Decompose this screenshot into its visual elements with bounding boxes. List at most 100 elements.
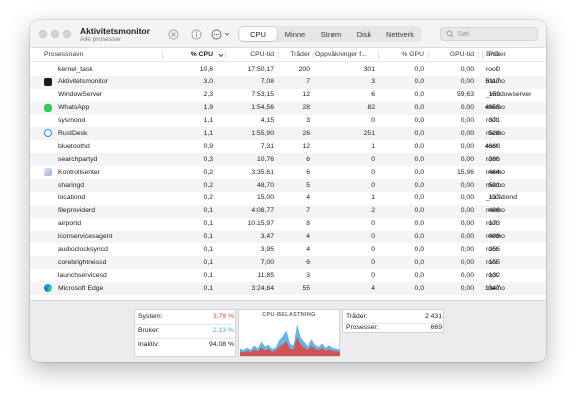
- cell-cpu: 0,3: [203, 155, 213, 163]
- window-zoom-button[interactable]: [63, 30, 71, 38]
- cell-cpu: 0,1: [203, 207, 213, 215]
- cell-wakeups: 0: [371, 168, 375, 176]
- table-row[interactable]: locationd 0,2 15,00 4 1 0,0 0,00 137 _locationd: [30, 192, 546, 205]
- column-header-user[interactable]: Bruker: [486, 51, 506, 58]
- stat-idle: Inaktiv: 94,08 %: [138, 341, 234, 351]
- stop-process-button[interactable]: [164, 27, 182, 41]
- cell-cpu-time: 10:15,97: [247, 220, 274, 228]
- window-subtitle[interactable]: Alle prosesser: [80, 36, 121, 43]
- table-row[interactable]: sysmond 1,1 4,15 3 0 0,0 0,00 371 root: [30, 115, 546, 128]
- column-header-gpu-time[interactable]: GPU-tid: [430, 51, 474, 58]
- cell-wakeups: 251: [363, 129, 375, 137]
- search-icon: [446, 30, 454, 38]
- table-body: kernel_task 10,6 17:50,17 200 301 0,0 0,00 0 roo…: [30, 63, 546, 296]
- cell-threads: 4: [306, 233, 310, 241]
- more-actions-button[interactable]: [209, 27, 231, 41]
- table-row[interactable]: Kontrollsenter 0,2 3:35,61 6 0 0,0 15,96 464 mem…: [30, 166, 546, 179]
- table-row[interactable]: Microsoft Edge 0,1 3:24,84 55 4 0,0 0,00 1347 me…: [30, 282, 546, 296]
- table-row[interactable]: lconservicesagent 0,1 3,47 4 0 0,0 0,00 499 memo: [30, 230, 546, 244]
- stat-system-label: System:: [138, 313, 163, 320]
- cell-cpu-time: 7,00: [260, 258, 274, 266]
- cell-user: root: [486, 258, 498, 266]
- table-row[interactable]: airportd 0,1 10:15,97 8 0 0,0 0,00 173 root: [30, 218, 546, 231]
- cell-threads: 28: [302, 104, 310, 112]
- stat-idle-label: Inaktiv:: [138, 341, 160, 348]
- sort-descending-icon: [218, 53, 224, 58]
- cell-wakeups: 2: [371, 207, 375, 215]
- cell-cpu-time: 11,85: [257, 271, 274, 279]
- cell-threads: 200: [298, 65, 310, 73]
- table-row[interactable]: corebrightnessd 0,1 7,00 6 0 0,0 0,00 155 root: [30, 256, 546, 270]
- table-row[interactable]: kernel_task 10,6 17:50,17 200 301 0,0 0,00 0 roo…: [30, 63, 546, 76]
- cell-gpu-time: 0,00: [460, 142, 474, 150]
- search-field[interactable]: [440, 27, 538, 41]
- column-header-wakeups[interactable]: Oppvåkninger f...: [315, 51, 375, 58]
- table-row[interactable]: bluetoothd 0,9 7,31 12 1 0,0 0,00 4668 root: [30, 140, 546, 153]
- stat-processes-value: 669: [430, 324, 442, 331]
- cell-wakeups: 82: [367, 104, 375, 112]
- cell-cpu: 3,0: [203, 78, 213, 86]
- cell-cpu-time: 48,70: [256, 181, 274, 189]
- tab-energy[interactable]: Strøm: [313, 27, 349, 41]
- search-input[interactable]: [457, 30, 537, 38]
- column-header-name[interactable]: Prosessnavn: [44, 51, 83, 58]
- table-row[interactable]: launchservicesd 0,1 11,85 3 0 0,0 0,00 132 root: [30, 269, 546, 282]
- table-row[interactable]: WhatsApp 1,9 1:54,56 28 82 0,0 0,00 4955 memo: [30, 101, 546, 115]
- cpu-load-graph: CPU-BELASTNING: [238, 309, 340, 357]
- cell-cpu-time: 17:50,17: [247, 65, 274, 73]
- column-header-gpu[interactable]: % GPU: [380, 51, 424, 58]
- cell-gpu-time: 0,00: [460, 220, 474, 228]
- table-row[interactable]: RustDesk 1,1 1:55,90 26 251 0,0 0,00 528 memo: [30, 127, 546, 141]
- table-row[interactable]: WindowServer 2,3 7:53,15 12 6 0,0 59,63 159 _win…: [30, 89, 546, 102]
- table-row[interactable]: searchpartyd 0,3 10,76 6 0 0,0 0,00 286 root: [30, 153, 546, 167]
- cell-gpu-time: 0,00: [460, 155, 474, 163]
- cell-wakeups: 0: [371, 117, 375, 125]
- activity-monitor-window: Aktivitetsmonitor Alle prosesser CPU Min…: [30, 20, 546, 362]
- tab-network[interactable]: Nettverk: [379, 27, 421, 41]
- cell-process-name: sharingd: [58, 181, 85, 189]
- table-row[interactable]: sharingd 0,2 48,70 5 0 0,0 0,00 531 memo: [30, 179, 546, 192]
- cell-threads: 8: [306, 220, 310, 228]
- cell-gpu: 0,0: [414, 168, 424, 176]
- divider: [135, 338, 237, 339]
- cell-gpu-time: 0,00: [460, 117, 474, 125]
- cell-process-name: kernel_task: [58, 65, 93, 73]
- cell-user: root: [486, 65, 498, 73]
- cell-threads: 6: [306, 168, 310, 176]
- tab-disk[interactable]: Disk: [349, 27, 379, 41]
- table-row[interactable]: fileproviderd 0,1 4:08,77 7 2 0,0 0,00 486 memo: [30, 204, 546, 218]
- column-header-cpu-time[interactable]: CPU-tid: [226, 51, 274, 58]
- cell-cpu: 1,1: [203, 129, 213, 137]
- process-table: Prosessnavn % CPU CPU-tid Tråder Oppvåkn…: [30, 48, 546, 318]
- cell-user: memo: [486, 233, 505, 241]
- cell-gpu-time: 0,00: [460, 233, 474, 241]
- column-header-threads[interactable]: Tråder: [280, 51, 310, 58]
- cell-user: memo: [486, 207, 505, 215]
- tab-memory[interactable]: Minne: [277, 27, 313, 41]
- window-minimize-button[interactable]: [51, 30, 59, 38]
- cell-threads: 3: [306, 117, 310, 125]
- cell-cpu-time: 3:35,61: [251, 168, 274, 176]
- cell-cpu: 1,1: [203, 117, 213, 125]
- table-row[interactable]: audioclocksyncd 0,1 3,95 4 0 0,0 0,00 256 root: [30, 243, 546, 256]
- cell-wakeups: 0: [371, 258, 375, 266]
- cell-wakeups: 0: [371, 220, 375, 228]
- stat-user-label: Bruker:: [138, 327, 160, 334]
- cell-wakeups: 0: [371, 155, 375, 163]
- whatsapp-app-icon: [44, 103, 52, 112]
- cell-cpu-time: 7:53,15: [251, 91, 274, 99]
- cell-gpu: 0,0: [414, 78, 424, 86]
- column-header-cpu[interactable]: % CPU: [167, 51, 213, 58]
- window-close-button[interactable]: [39, 30, 47, 38]
- inspect-process-button[interactable]: [188, 27, 204, 41]
- cell-process-name: audioclocksyncd: [58, 245, 108, 253]
- cell-gpu-time: 15,96: [456, 168, 474, 176]
- table-row[interactable]: Aktivitetsmonitor 3,0 7,08 7 3 0,0 0,00 5117 mem…: [30, 75, 546, 89]
- activity-monitor-app-icon: [44, 77, 52, 86]
- cell-process-name: WhatsApp: [58, 104, 90, 112]
- cell-cpu: 0,2: [203, 168, 213, 176]
- cell-cpu: 0,1: [203, 245, 213, 253]
- tab-cpu[interactable]: CPU: [239, 27, 277, 41]
- cell-wakeups: 0: [371, 233, 375, 241]
- cell-threads: 7: [306, 78, 310, 86]
